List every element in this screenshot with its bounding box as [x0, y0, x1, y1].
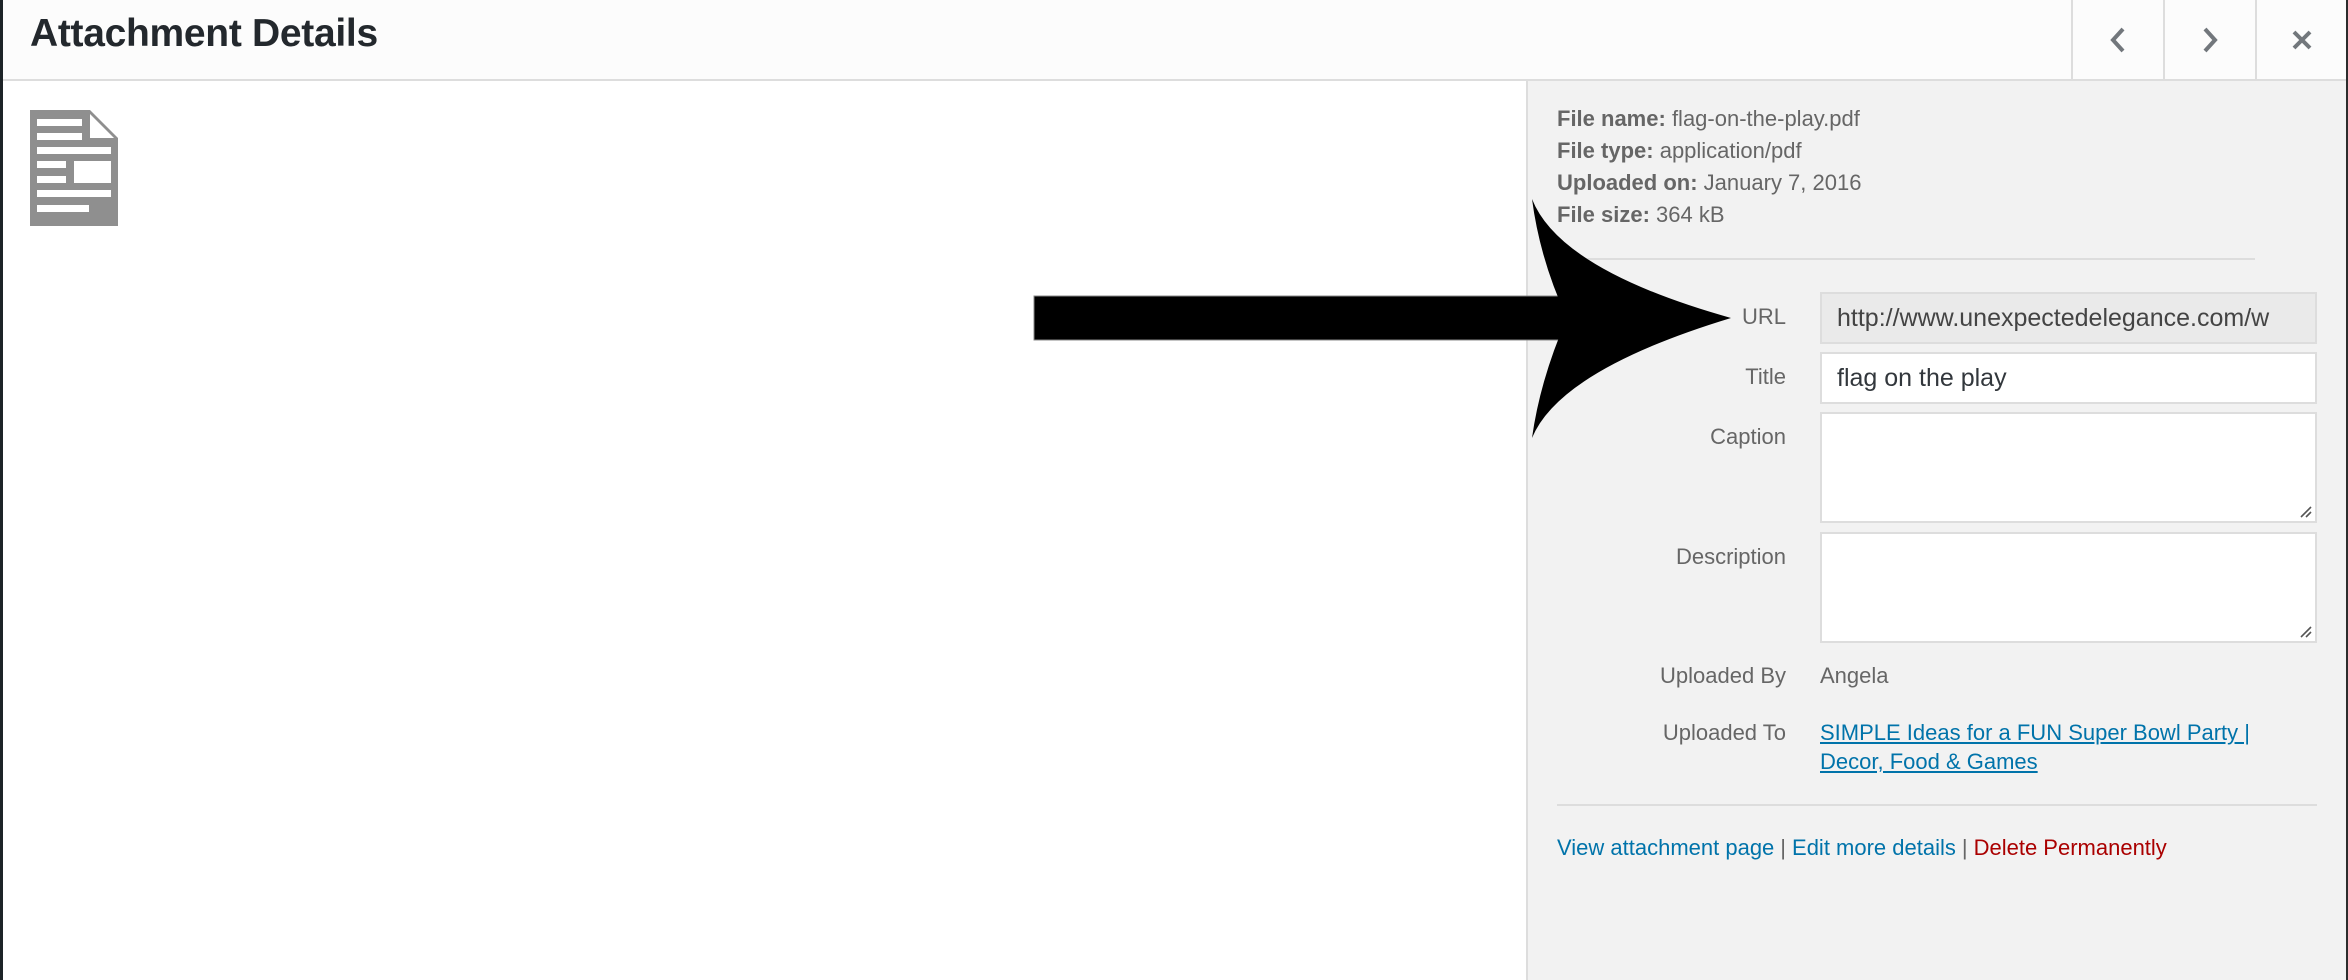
uploaded-on-label: Uploaded on:	[1557, 170, 1698, 195]
file-size-label: File size:	[1557, 202, 1650, 227]
previous-button[interactable]	[2071, 0, 2163, 79]
file-type-row: File type: application/pdf	[1557, 135, 1861, 167]
edit-more-details-link[interactable]: Edit more details	[1792, 835, 1956, 860]
description-textarea[interactable]	[1820, 532, 2317, 643]
uploaded-on-row: Uploaded on: January 7, 2016	[1557, 167, 1861, 199]
close-button[interactable]	[2255, 0, 2347, 79]
attachment-actions: View attachment page | Edit more details | D…	[1557, 835, 2167, 861]
uploaded-to-label: Uploaded To	[1662, 720, 1786, 745]
uploaded-to-link[interactable]: SIMPLE Ideas for a FUN Super Bowl Party …	[1820, 718, 2260, 776]
document-icon	[30, 110, 118, 226]
file-info: File name: flag-on-the-play.pdf File typ…	[1557, 103, 1861, 231]
url-field[interactable]: http://www.unexpectedelegance.com/w	[1820, 292, 2317, 344]
title-field[interactable]: flag on the play	[1820, 352, 2317, 404]
close-icon	[2292, 30, 2312, 49]
caption-textarea[interactable]	[1820, 412, 2317, 523]
url-label: URL	[1741, 304, 1786, 329]
file-size-value: 364 kB	[1656, 202, 1725, 227]
caption-label: Caption	[1710, 424, 1786, 449]
modal-header: Attachment Details	[3, 0, 2346, 81]
chevron-left-icon	[2110, 27, 2125, 52]
attachment-preview	[3, 81, 1526, 980]
uploaded-by-label: Uploaded By	[1660, 663, 1786, 688]
next-button[interactable]	[2163, 0, 2255, 79]
title-label: Title	[1745, 364, 1786, 389]
uploaded-by-value: Angela	[1820, 663, 1889, 688]
file-name-value: flag-on-the-play.pdf	[1671, 106, 1860, 131]
file-size-row: File size: 364 kB	[1557, 199, 1861, 231]
chevron-right-icon	[2203, 27, 2218, 52]
separator: |	[1780, 835, 1787, 860]
file-type-value: application/pdf	[1659, 138, 1802, 163]
view-attachment-page-link[interactable]: View attachment page	[1557, 835, 1774, 860]
separator: |	[1961, 835, 1968, 860]
resize-grip-icon[interactable]	[2298, 504, 2312, 518]
description-label: Description	[1675, 544, 1786, 569]
file-type-label: File type:	[1557, 138, 1654, 163]
page-title: Attachment Details	[30, 12, 378, 55]
attachment-details-sidebar: File name: flag-on-the-play.pdf File typ…	[1526, 81, 2346, 980]
uploaded-on-value: January 7, 2016	[1703, 170, 1862, 195]
delete-permanently-link[interactable]: Delete Permanently	[1974, 835, 2167, 860]
divider	[1557, 258, 2255, 260]
file-name-row: File name: flag-on-the-play.pdf	[1557, 103, 1861, 135]
resize-grip-icon[interactable]	[2298, 624, 2312, 638]
divider	[1557, 804, 2317, 806]
file-name-label: File name:	[1557, 106, 1666, 131]
